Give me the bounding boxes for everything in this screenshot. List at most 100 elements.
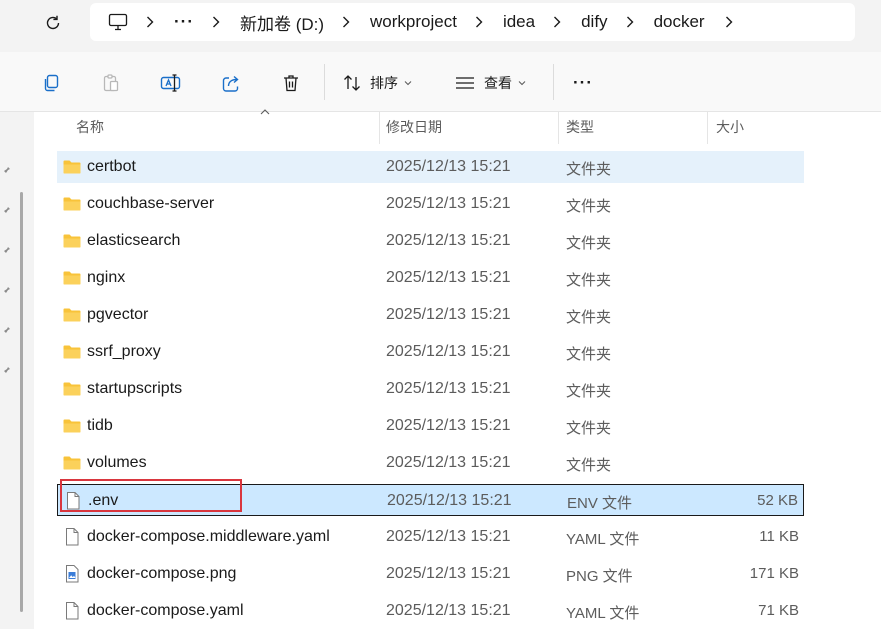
pin-icon[interactable]: [0, 244, 12, 256]
chevron-right-icon[interactable]: [212, 16, 220, 28]
file-row[interactable]: startupscripts 2025/12/13 15:21 文件夹: [57, 373, 804, 405]
toolbar-divider: [324, 64, 325, 100]
file-type: 文件夹: [566, 235, 612, 252]
column-header-type-label: 类型: [566, 119, 594, 135]
copy-button[interactable]: [36, 68, 66, 98]
file-icon: [62, 601, 82, 621]
file-row[interactable]: docker-compose.middleware.yaml 2025/12/13…: [57, 521, 804, 553]
share-button[interactable]: [216, 68, 246, 98]
breadcrumb-item-idea[interactable]: idea: [503, 12, 535, 32]
folder-icon: [62, 379, 82, 399]
column-divider[interactable]: [707, 112, 708, 144]
file-type: ENV 文件: [567, 495, 633, 512]
view-button[interactable]: 查看: [454, 68, 536, 98]
file-row[interactable]: volumes 2025/12/13 15:21 文件夹: [57, 447, 804, 479]
file-name: docker-compose.yaml: [87, 602, 244, 619]
file-modified-date: 2025/12/13 15:21: [386, 343, 511, 360]
file-name: couchbase-server: [87, 195, 215, 212]
nav-scrollbar[interactable]: [20, 192, 23, 612]
this-pc-icon[interactable]: [108, 13, 128, 31]
file-row[interactable]: certbot 2025/12/13 15:21 文件夹: [57, 151, 804, 183]
sort-button[interactable]: 排序: [342, 68, 424, 98]
toolbar-divider: [553, 64, 554, 100]
file-name: nginx: [87, 269, 126, 286]
breadcrumb-item-workproject[interactable]: workproject: [370, 12, 457, 32]
rename-icon: [160, 74, 181, 92]
breadcrumb-item-dify[interactable]: dify: [581, 12, 607, 32]
chevron-right-icon[interactable]: [342, 16, 350, 28]
file-row[interactable]: pgvector 2025/12/13 15:21 文件夹: [57, 299, 804, 331]
pin-icon[interactable]: [0, 204, 12, 216]
file-name: docker-compose.middleware.yaml: [87, 528, 330, 545]
file-modified-date: 2025/12/13 15:21: [386, 417, 511, 434]
breadcrumb-item-drive[interactable]: 新加卷 (D:): [240, 10, 324, 35]
file-size: 52 KB: [757, 492, 798, 509]
file-name: startupscripts: [87, 380, 183, 397]
file-row[interactable]: docker-compose.yaml 2025/12/13 15:21 YAML …: [57, 595, 804, 627]
folder-icon: [62, 416, 82, 436]
column-divider[interactable]: [558, 112, 559, 144]
file-name: docker-compose.png: [87, 565, 237, 582]
delete-button[interactable]: [276, 68, 306, 98]
column-header-size-label: 大小: [716, 119, 744, 135]
pin-icon[interactable]: [0, 284, 12, 296]
file-icon: [62, 527, 82, 547]
file-size: 71 KB: [758, 602, 799, 619]
column-header-name[interactable]: 名称: [76, 109, 376, 142]
sort-label: 排序: [370, 75, 398, 91]
breadcrumb-item-docker[interactable]: docker: [654, 12, 705, 32]
view-label: 查看: [484, 75, 512, 91]
column-header-modified[interactable]: 修改日期: [386, 112, 556, 142]
paste-button[interactable]: [96, 68, 126, 98]
column-divider[interactable]: [379, 112, 380, 144]
file-type: 文件夹: [566, 309, 612, 326]
file-row[interactable]: .env 2025/12/13 15:21 ENV 文件 52 KB: [57, 484, 804, 516]
file-modified-date: 2025/12/13 15:21: [386, 380, 511, 397]
folder-icon: [62, 231, 82, 251]
file-icon: [63, 491, 83, 511]
pin-icon[interactable]: [0, 364, 12, 376]
file-row[interactable]: couchbase-server 2025/12/13 15:21 文件夹: [57, 188, 804, 220]
column-header-size[interactable]: 大小: [716, 112, 816, 142]
file-modified-date: 2025/12/13 15:21: [386, 306, 511, 323]
chevron-right-icon[interactable]: [475, 16, 483, 28]
refresh-icon: [46, 15, 60, 30]
view-list-icon: [456, 77, 474, 89]
navigation-pane: [0, 112, 34, 629]
file-type: 文件夹: [566, 383, 612, 400]
refresh-button[interactable]: [36, 8, 70, 38]
file-row[interactable]: docker-compose.png 2025/12/13 15:21 PNG 文件…: [57, 558, 804, 590]
file-type: 文件夹: [566, 272, 612, 289]
file-modified-date: 2025/12/13 15:21: [386, 232, 511, 249]
file-modified-date: 2025/12/13 15:21: [387, 492, 512, 509]
sort-icon: [344, 75, 360, 91]
chevron-right-icon[interactable]: [553, 16, 561, 28]
folder-icon: [62, 453, 82, 473]
chevron-right-icon[interactable]: [725, 16, 733, 28]
file-row[interactable]: ssrf_proxy 2025/12/13 15:21 文件夹: [57, 336, 804, 368]
file-modified-date: 2025/12/13 15:21: [386, 158, 511, 175]
breadcrumb-overflow[interactable]: ···: [174, 12, 194, 32]
file-list: 名称 修改日期 类型 大小 certbot 2025/12/13 15:21 文件夹…: [34, 109, 881, 629]
chevron-down-icon: [404, 80, 412, 86]
trash-icon: [284, 75, 298, 92]
file-type: YAML 文件: [566, 605, 640, 622]
file-type: PNG 文件: [566, 568, 633, 585]
column-header-modified-label: 修改日期: [386, 119, 442, 135]
file-row[interactable]: nginx 2025/12/13 15:21 文件夹: [57, 262, 804, 294]
pin-icon[interactable]: [0, 164, 12, 176]
file-type: 文件夹: [566, 198, 612, 215]
file-row[interactable]: elasticsearch 2025/12/13 15:21 文件夹: [57, 225, 804, 257]
pin-icon[interactable]: [0, 324, 12, 336]
column-header-type[interactable]: 类型: [566, 112, 706, 142]
share-icon: [222, 75, 239, 92]
more-options-button[interactable]: ···: [568, 68, 598, 98]
file-modified-date: 2025/12/13 15:21: [386, 454, 511, 471]
file-size: 171 KB: [749, 565, 799, 582]
file-row[interactable]: tidb 2025/12/13 15:21 文件夹: [57, 410, 804, 442]
rename-button[interactable]: [156, 68, 186, 98]
breadcrumb: ··· 新加卷 (D:) workproject idea dify docke…: [108, 0, 733, 44]
file-name: .env: [88, 492, 119, 509]
chevron-right-icon[interactable]: [146, 16, 154, 28]
chevron-right-icon[interactable]: [626, 16, 634, 28]
